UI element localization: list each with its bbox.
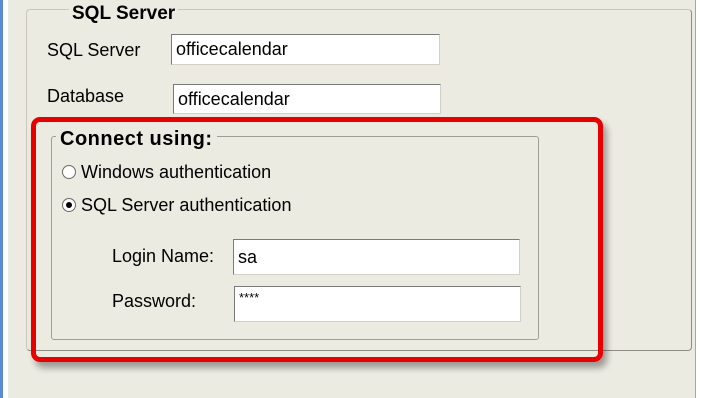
database-input[interactable]: officecalendar <box>173 84 441 114</box>
sql-server-input[interactable]: officecalendar <box>171 34 440 65</box>
sql-server-label: SQL Server <box>47 40 141 60</box>
sql-server-group-title: SQL Server <box>69 4 179 24</box>
database-input-value: officecalendar <box>178 89 290 109</box>
database-label: Database <box>47 86 125 106</box>
window-left-edge-highlight <box>3 0 8 398</box>
red-highlight-annotation <box>31 117 603 362</box>
panel-right-margin <box>696 0 701 398</box>
sql-server-input-value: officecalendar <box>176 39 288 59</box>
